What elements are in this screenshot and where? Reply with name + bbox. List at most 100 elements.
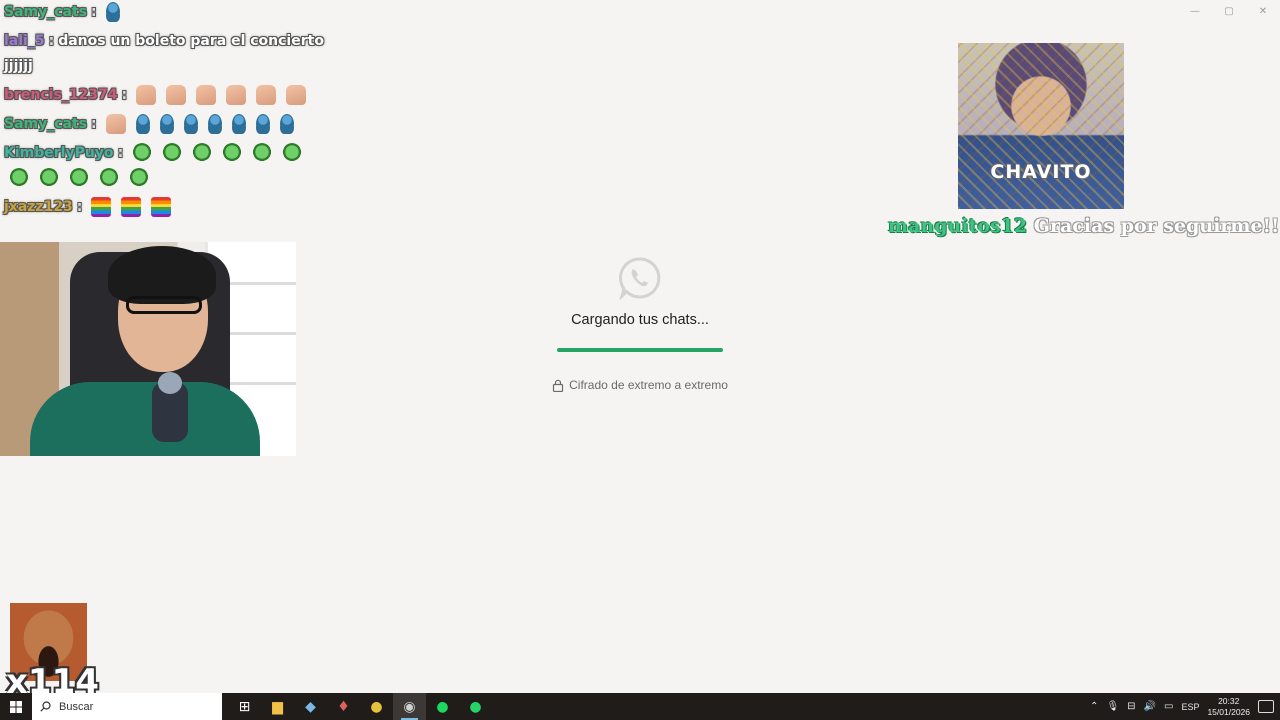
stream-chat-overlay: Samy_cats: lali_5: danos un boleto para el… — [4, 0, 324, 224]
display-icon[interactable]: ▭ — [1164, 701, 1173, 712]
language-indicator[interactable]: ESP — [1181, 702, 1199, 712]
microphone-icon[interactable]: 🎙 — [1106, 701, 1119, 712]
chat-username: KimberlyPuyo — [4, 145, 114, 161]
chat-message: brencis_12374: — [4, 83, 324, 108]
alert-image-label: CHAVITO — [990, 161, 1092, 183]
taskbar-app-button[interactable]: ▆ — [261, 693, 294, 720]
start-button[interactable] — [0, 693, 32, 720]
spotify-icon: ● — [436, 698, 449, 715]
hand-emote-icon — [286, 85, 307, 105]
system-tray: ⌃ 🎙 ⊟ 🔊 ▭ ESP 20:32 15/01/2026 — [1090, 696, 1280, 718]
chat-message: lali_5: danos un boleto para el concierto… — [4, 29, 324, 79]
clock-time: 20:32 — [1218, 695, 1240, 706]
tray-overflow-icon[interactable]: ⌃ — [1090, 701, 1098, 712]
whatsapp-loading-screen: Cargando tus chats... Cifrado de extremo… — [540, 256, 740, 392]
chat-message: KimberlyPuyo: — [4, 141, 324, 191]
confetti-overlay — [958, 43, 1124, 209]
chat-username: Samy_cats — [4, 4, 88, 20]
windows-taskbar: Buscar ⊞ ▆ ◆ ♦ ● ◉ ● ● ⌃ 🎙 ⊟ 🔊 ▭ ESP 20:32 15/0… — [0, 693, 1280, 720]
pride-emote-icon — [151, 197, 172, 217]
blue-emote-icon — [105, 2, 120, 22]
notes-app-icon: ◆ — [305, 698, 316, 715]
chat-username: jxazz123 — [4, 199, 73, 215]
pride-emote-icon — [91, 197, 112, 217]
webcam-feed — [0, 242, 296, 456]
chat-separator: : — [91, 4, 97, 20]
hand-emote-icon — [166, 85, 187, 105]
task-view-icon: ⊞ — [238, 698, 251, 715]
shrek-emote-icon — [132, 143, 153, 163]
search-placeholder: Buscar — [59, 700, 94, 713]
shrek-emote-icon — [162, 143, 183, 163]
hand-emote-icon — [226, 85, 247, 105]
search-icon — [40, 701, 51, 712]
obs-icon: ◉ — [403, 698, 416, 715]
shrek-emote-icon — [192, 143, 213, 163]
chat-username: Samy_cats — [4, 116, 88, 132]
whatsapp-logo-icon — [619, 257, 661, 300]
taskbar-app-button[interactable]: ◆ — [294, 693, 327, 720]
chrome-icon: ● — [370, 698, 383, 715]
chat-separator: : — [117, 145, 124, 161]
webcam-person-body — [30, 382, 260, 456]
blue-emote-icon — [255, 114, 270, 134]
hand-emote-icon — [196, 85, 217, 105]
blue-emote-icon — [231, 114, 246, 134]
chat-separator: : — [121, 87, 128, 103]
encryption-text: Cifrado de extremo a extremo — [569, 378, 728, 392]
taskbar-app-button[interactable]: ♦ — [327, 693, 360, 720]
chat-username: lali_5 — [4, 33, 45, 49]
close-button[interactable]: ✕ — [1246, 0, 1280, 22]
webcam-microphone — [152, 372, 188, 442]
alert-username: manguitos12 — [888, 215, 1028, 237]
file-explorer-icon: ▆ — [272, 698, 283, 715]
loading-progress-bar — [557, 348, 723, 352]
blue-emote-icon — [159, 114, 174, 134]
taskbar-clock[interactable]: 20:32 15/01/2026 — [1207, 696, 1250, 718]
chat-message: Samy_cats: — [4, 112, 324, 137]
chat-username: brencis_12374 — [4, 87, 118, 103]
taskbar-app-button[interactable]: ● — [426, 693, 459, 720]
hand-emote-icon — [256, 85, 277, 105]
volume-icon[interactable]: 🔊 — [1144, 701, 1156, 712]
taskbar-app-button[interactable]: ● — [360, 693, 393, 720]
hand-emote-icon — [136, 85, 157, 105]
hand-emote-icon — [105, 114, 126, 134]
clock-date: 15/01/2026 — [1207, 706, 1250, 717]
chat-separator: : — [48, 33, 55, 49]
webcam-person-glasses — [126, 296, 202, 314]
windows-logo-icon — [10, 700, 22, 713]
taskbar-app-button[interactable]: ⊞ — [228, 693, 261, 720]
blue-emote-icon — [135, 114, 150, 134]
shrek-emote-icon — [222, 143, 243, 163]
pride-emote-icon — [121, 197, 142, 217]
loading-text: Cargando tus chats... — [571, 312, 709, 328]
follower-alert-image: CHAVITO — [958, 43, 1124, 209]
encryption-notice: Cifrado de extremo a extremo — [540, 378, 740, 392]
shrek-emote-icon — [129, 168, 149, 188]
shrek-emote-icon — [99, 168, 119, 188]
taskbar-app-button[interactable]: ● — [459, 693, 492, 720]
minimize-button[interactable]: — — [1178, 0, 1212, 22]
blue-emote-icon — [183, 114, 198, 134]
network-icon[interactable]: ⊟ — [1127, 701, 1135, 712]
chat-separator: : — [91, 116, 97, 132]
taskbar-pinned-apps: ⊞ ▆ ◆ ♦ ● ◉ ● ● — [228, 693, 492, 720]
maximize-button[interactable]: ▢ — [1212, 0, 1246, 22]
shrek-emote-icon — [282, 143, 303, 163]
loading-progress-fill — [557, 348, 723, 352]
lock-icon — [553, 379, 564, 392]
notification-center-icon[interactable] — [1258, 700, 1274, 713]
whatsapp-icon: ● — [469, 698, 482, 715]
shrek-emote-icon — [39, 168, 59, 188]
alert-message: Gracias por seguirme!! — [1033, 215, 1280, 237]
follower-alert-text: manguitos12 Gracias por seguirme!! — [888, 215, 1279, 237]
taskbar-search-box[interactable]: Buscar — [32, 693, 222, 720]
chat-message: Samy_cats: — [4, 0, 324, 25]
chat-message: jxazz123: — [4, 195, 324, 220]
window-controls: — ▢ ✕ — [1178, 0, 1280, 22]
chat-separator: : — [76, 199, 83, 215]
blue-emote-icon — [207, 114, 222, 134]
shrek-emote-icon — [252, 143, 273, 163]
taskbar-app-button[interactable]: ◉ — [393, 693, 426, 720]
